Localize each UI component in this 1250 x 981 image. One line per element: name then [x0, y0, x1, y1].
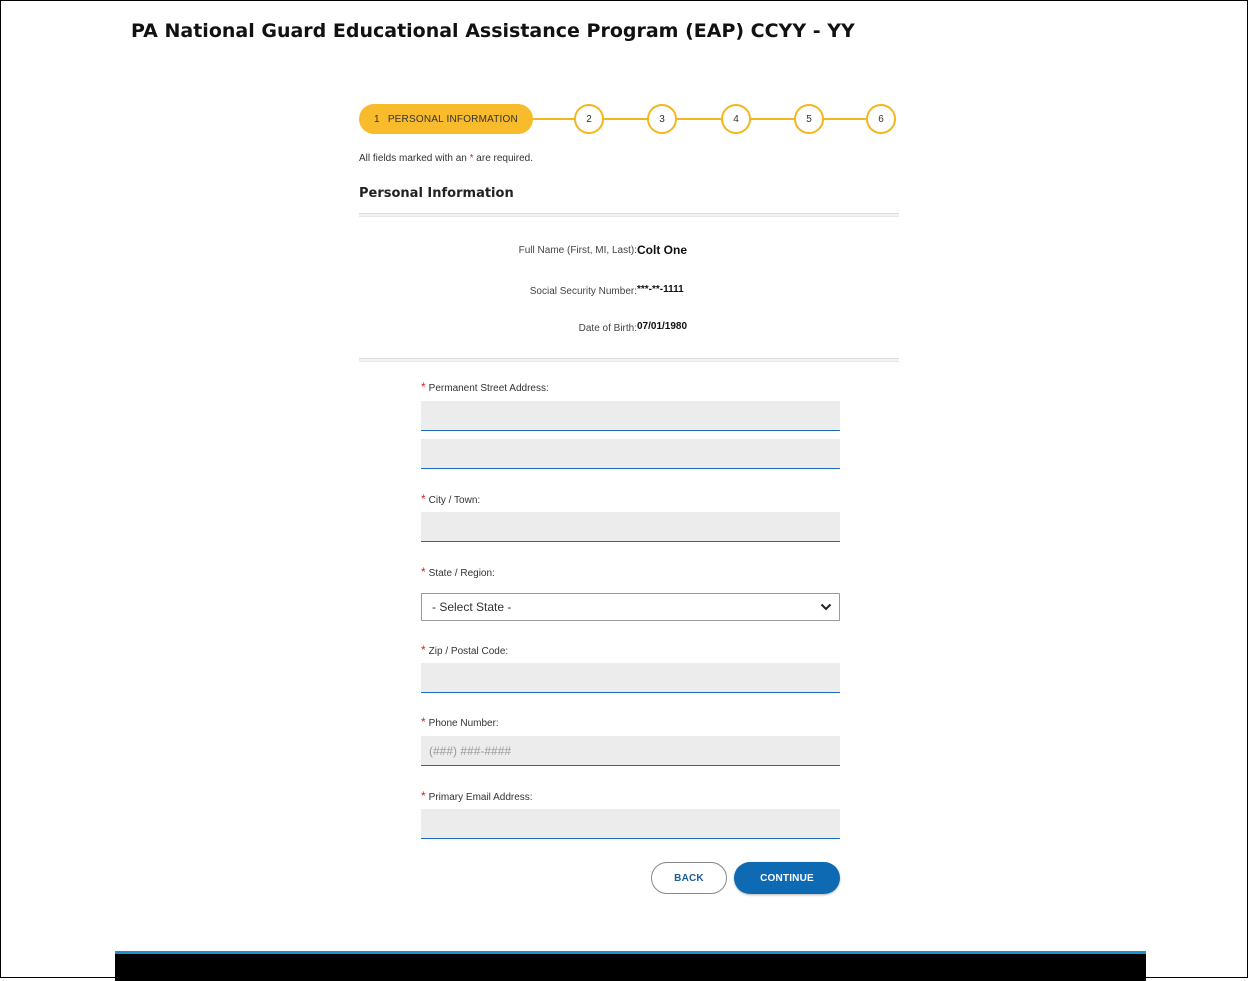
footer-bar [115, 951, 1146, 981]
email-input[interactable] [421, 809, 840, 839]
phone-input[interactable] [421, 736, 840, 766]
required-note-prefix: All fields marked with an [359, 153, 467, 164]
required-star-icon: * [421, 492, 426, 506]
ssn-value: ***-**-1111 [637, 284, 684, 295]
zip-label-text: Zip / Postal Code: [428, 646, 509, 657]
zip-input[interactable] [421, 663, 840, 693]
required-note-suffix: are required. [476, 153, 533, 164]
city-label-text: City / Town: [428, 495, 481, 506]
step-5[interactable]: 5 [794, 104, 824, 134]
required-star-icon: * [421, 789, 426, 803]
section-divider-top [359, 213, 899, 217]
dob-row: Date of Birth: 07/01/1980 [359, 321, 899, 337]
ssn-label: Social Security Number: [529, 286, 637, 297]
step-1-label: PERSONAL INFORMATION [387, 113, 518, 125]
state-select[interactable]: - Select State - [421, 593, 840, 621]
required-star-icon: * [421, 565, 426, 579]
step-4[interactable]: 4 [721, 104, 751, 134]
back-button[interactable]: BACK [651, 862, 727, 894]
email-label-text: Primary Email Address: [428, 792, 533, 803]
dob-value: 07/01/1980 [637, 321, 688, 332]
zip-label: * Zip / Postal Code: [421, 643, 508, 657]
phone-label-text: Phone Number: [428, 718, 499, 729]
step-3[interactable]: 3 [647, 104, 677, 134]
street-address-line1-input[interactable] [421, 401, 840, 431]
full-name-row: Full Name (First, MI, Last): Colt One [359, 243, 899, 259]
chevron-down-icon [820, 603, 832, 611]
state-label-text: State / Region: [428, 568, 495, 579]
street-address-line2-input[interactable] [421, 439, 840, 469]
full-name-label: Full Name (First, MI, Last): [518, 245, 637, 256]
step-1-personal-information[interactable]: 1 PERSONAL INFORMATION [359, 104, 533, 134]
step-2[interactable]: 2 [574, 104, 604, 134]
required-star-icon: * [421, 715, 426, 729]
full-name-value: Colt One [637, 243, 687, 257]
section-title: Personal Information [359, 186, 514, 201]
phone-label: * Phone Number: [421, 715, 499, 729]
street-address-label: * Permanent Street Address: [421, 380, 549, 394]
street-address-label-text: Permanent Street Address: [428, 383, 549, 394]
continue-button[interactable]: CONTINUE [734, 862, 840, 894]
step-6[interactable]: 6 [866, 104, 896, 134]
section-divider-bottom [359, 358, 899, 362]
ssn-row: Social Security Number: ***-**-1111 [359, 284, 899, 300]
email-label: * Primary Email Address: [421, 789, 533, 803]
page-title: PA National Guard Educational Assistance… [131, 20, 855, 42]
progress-stepper: 1 PERSONAL INFORMATION 2 3 4 5 6 [359, 104, 898, 134]
state-select-value: - Select State - [432, 600, 512, 614]
city-input[interactable] [421, 512, 840, 542]
required-star-icon: * [469, 153, 474, 164]
dob-label: Date of Birth: [578, 323, 637, 334]
city-label: * City / Town: [421, 492, 480, 506]
required-fields-note: All fields marked with an * are required… [359, 153, 533, 164]
required-star-icon: * [421, 643, 426, 657]
required-star-icon: * [421, 380, 426, 394]
state-label: * State / Region: [421, 565, 495, 579]
step-1-number: 1 [374, 113, 380, 125]
